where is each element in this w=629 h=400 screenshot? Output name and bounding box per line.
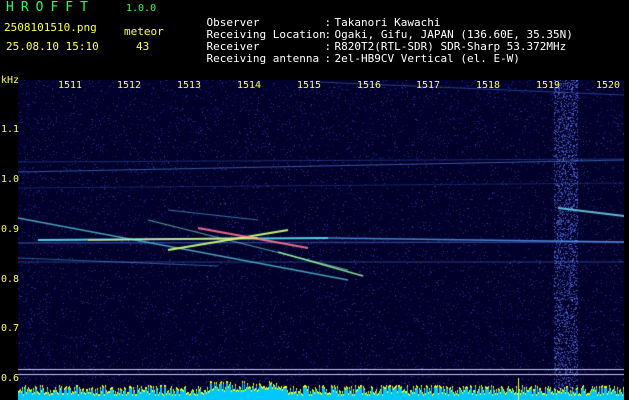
info-key: Receiving antenna <box>206 52 320 65</box>
y-tick-label: 0.6 <box>1 373 20 384</box>
app-version: 1.0.0 <box>126 3 157 14</box>
x-tick-label: 1518 <box>476 80 501 91</box>
y-tick-label: 0.8 <box>1 274 20 285</box>
y-tick-label: 1.1 <box>1 124 20 135</box>
spectrogram-canvas <box>18 80 624 400</box>
x-tick-label: 1511 <box>58 80 83 91</box>
image-filename: 2508101510.png <box>4 21 97 34</box>
x-tick-label: 1517 <box>416 80 441 91</box>
x-tick-label: 1516 <box>357 80 382 91</box>
y-axis-unit: kHz <box>1 75 20 86</box>
x-tick-label: 1514 <box>237 80 262 91</box>
info-separator: : <box>324 52 332 65</box>
info-value: 2el-HB9CV Vertical (el. E-W) <box>334 52 520 65</box>
y-tick-label: 0.7 <box>1 323 20 334</box>
x-tick-label: 1519 <box>536 80 561 91</box>
x-tick-label: 1520 <box>596 80 621 91</box>
hrofft-screen: HROFFT 1.0.0 2508101510.png meteor 25.08… <box>0 0 629 400</box>
x-tick-label: 1515 <box>297 80 322 91</box>
meteor-label: meteor <box>124 25 164 38</box>
x-tick-label: 1513 <box>177 80 202 91</box>
app-title: HROFFT <box>6 0 95 15</box>
info-row-antenna: Receiving antenna:2el-HB9CV Vertical (el… <box>180 41 520 77</box>
meteor-count: 43 <box>136 40 150 53</box>
x-tick-label: 1512 <box>117 80 142 91</box>
y-tick-label: 1.0 <box>1 174 20 185</box>
y-tick-label: 0.9 <box>1 224 20 235</box>
capture-datetime: 25.08.10 15:10 <box>6 40 99 53</box>
